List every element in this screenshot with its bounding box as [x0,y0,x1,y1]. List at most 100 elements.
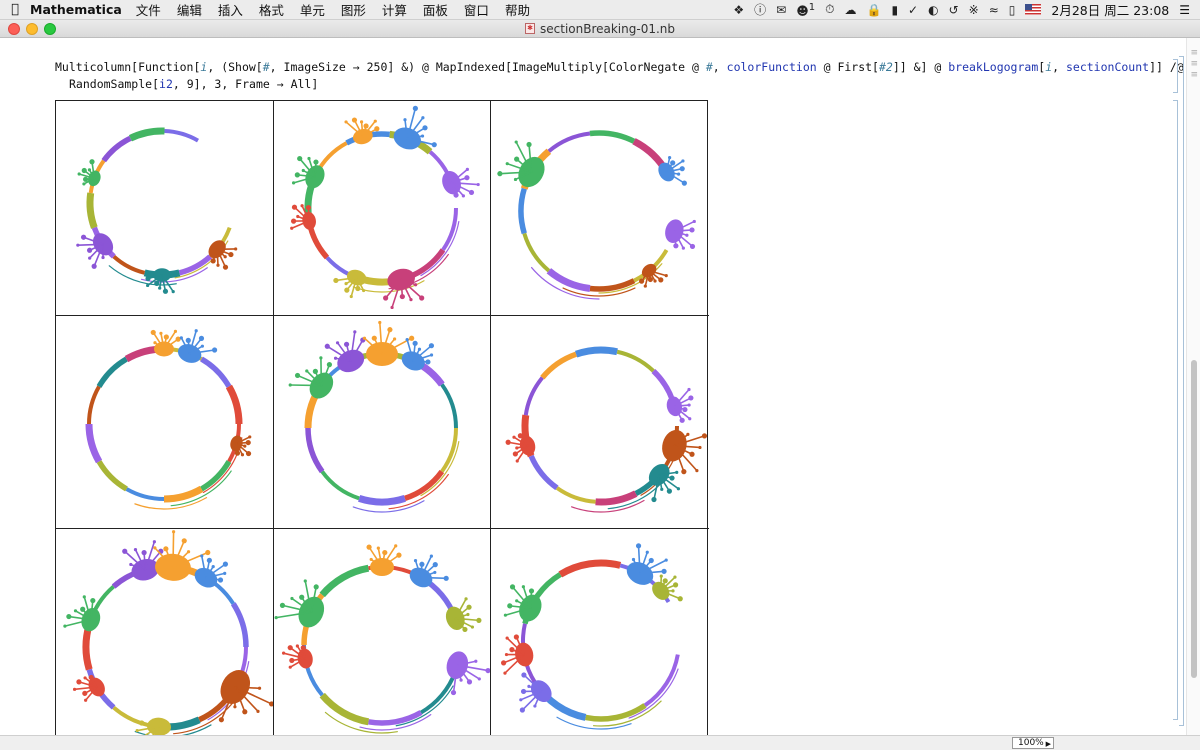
input-cell-bracket[interactable] [1173,59,1178,93]
ink-blot [281,644,313,669]
status-tray: ❖ ⓘ ✉ ☻1 ⏱ ☁ 🔒 ▮ ✓ ◐ ↺ ※ ≈ ▯ 2月28日 周二 23… [733,0,1200,19]
ink-segment [528,454,559,491]
notebook-area[interactable]: Multicolumn[Function[i, (Show[#, ImageSi… [0,38,1186,735]
ink-blot [665,219,696,250]
zoom-button[interactable] [44,23,56,35]
code-token: RandomSample[ [69,77,160,91]
flag-icon[interactable] [1025,4,1042,15]
app-menu[interactable]: Mathematica [30,2,122,17]
ink-segment [440,427,458,473]
ink-segment [518,187,527,235]
ink-segment [112,254,146,275]
menu-palettes[interactable]: 面板 [423,0,448,19]
ink-blot [288,356,334,399]
logogram-cell [274,529,491,735]
zoom-value: 100% [1018,738,1044,748]
menu-evaluation[interactable]: 计算 [382,0,407,19]
check-icon[interactable]: ✓ [908,3,918,17]
logogram-image [63,530,273,735]
menu-window[interactable]: 窗口 [464,0,489,19]
timer-icon[interactable]: ⏱ [825,2,834,17]
input-cell[interactable]: Multicolumn[Function[i, (Show[#, ImageSi… [55,59,1184,93]
ink-blot [194,554,229,588]
menu-format[interactable]: 格式 [259,0,284,19]
window-title: sectionBreaking-01.nb [540,21,675,36]
ink-blot [290,204,316,230]
code-token: , [712,60,727,74]
menu-graphics[interactable]: 图形 [341,0,366,19]
ink-segment [547,131,591,153]
menu-file[interactable]: 文件 [136,0,161,19]
apple-icon[interactable]:  [0,2,30,17]
logogram-cell [491,316,709,529]
dial-icon[interactable]: ◐ [928,3,938,17]
ink-segment [595,490,638,506]
ink-blot [366,544,402,576]
code-token: sectionCount [1065,60,1150,74]
logogram-cell [56,529,274,735]
clock[interactable]: 2月28日 周二 23:08 [1051,0,1169,19]
close-button[interactable] [8,23,20,35]
ink-segment [522,232,551,273]
code-token: # [262,60,270,74]
ink-segment [86,192,98,229]
toggle-icon[interactable]: ▮ [891,3,898,17]
chevron-right-icon: ▶ [1045,740,1051,748]
ink-blot [333,269,367,299]
notification-icon[interactable]: ☻1 [796,2,815,18]
ink-blot [648,463,680,503]
logogram-cell [491,101,709,316]
vertical-scrollbar[interactable]: ≡ ≡ ≡ [1186,38,1200,735]
ink-blot [446,651,490,696]
ink-blot [639,263,668,288]
ink-segment [319,692,370,726]
ink-blot [135,717,172,735]
logogram-image [501,543,683,730]
ink-segment [125,487,165,501]
window-title-bar: ✱ sectionBreaking-01.nb [0,20,1200,38]
code-line: Multicolumn[Function[i, (Show[#, ImageSi… [55,59,1184,76]
menu-help[interactable]: 帮助 [505,0,530,19]
bluetooth-icon[interactable]: ※ [969,3,979,17]
battery-icon[interactable]: ▯ [1009,3,1016,17]
menu-edit[interactable]: 编辑 [177,0,202,19]
list-icon[interactable]: ☰ [1179,3,1190,17]
dropbox-icon[interactable]: ❖ [733,3,744,17]
code-line: RandomSample[i2, 9], 3, Frame → All] [55,76,1184,93]
logogram-image [505,346,708,513]
ink-blot [63,595,101,632]
ink-segment [230,602,249,648]
ink-segment [558,559,622,578]
ink-segment [540,351,578,380]
menu-insert[interactable]: 插入 [218,0,243,19]
code-token: , ImageSize → 250] &) @ MapIndexed[Image… [269,60,706,74]
ink-segment [419,670,458,715]
wifi-icon[interactable]: ≈ [989,3,999,17]
output-cell-bracket[interactable] [1173,100,1178,720]
twitter-icon[interactable]: ✉ [776,3,786,17]
logogram-image [76,127,238,294]
ink-blot [218,670,273,723]
code-token: @ First[ [816,60,879,74]
zoom-select[interactable]: 100% ▶ [1012,737,1054,749]
menu-cell[interactable]: 单元 [300,0,325,19]
group-cell-bracket[interactable] [1179,56,1184,726]
info-icon[interactable]: ⓘ [754,1,766,18]
ink-segment [96,356,128,388]
ink-segment [85,423,103,464]
lock-icon[interactable]: 🔒 [866,3,881,17]
logogram-image [497,130,696,300]
ink-blot [150,329,181,357]
minimize-button[interactable] [26,23,38,35]
ink-segment [585,703,647,722]
logogram-image [288,320,460,513]
logogram-image [274,544,490,734]
ink-segment [87,385,101,425]
ink-segment [589,130,636,144]
code-token: breakLogogram [948,60,1039,74]
logogram-cell [56,101,274,316]
scroll-thumb[interactable] [1191,360,1197,678]
cloud-icon[interactable]: ☁ [844,3,856,17]
time-machine-icon[interactable]: ↺ [949,3,959,17]
ink-segment [616,349,655,373]
